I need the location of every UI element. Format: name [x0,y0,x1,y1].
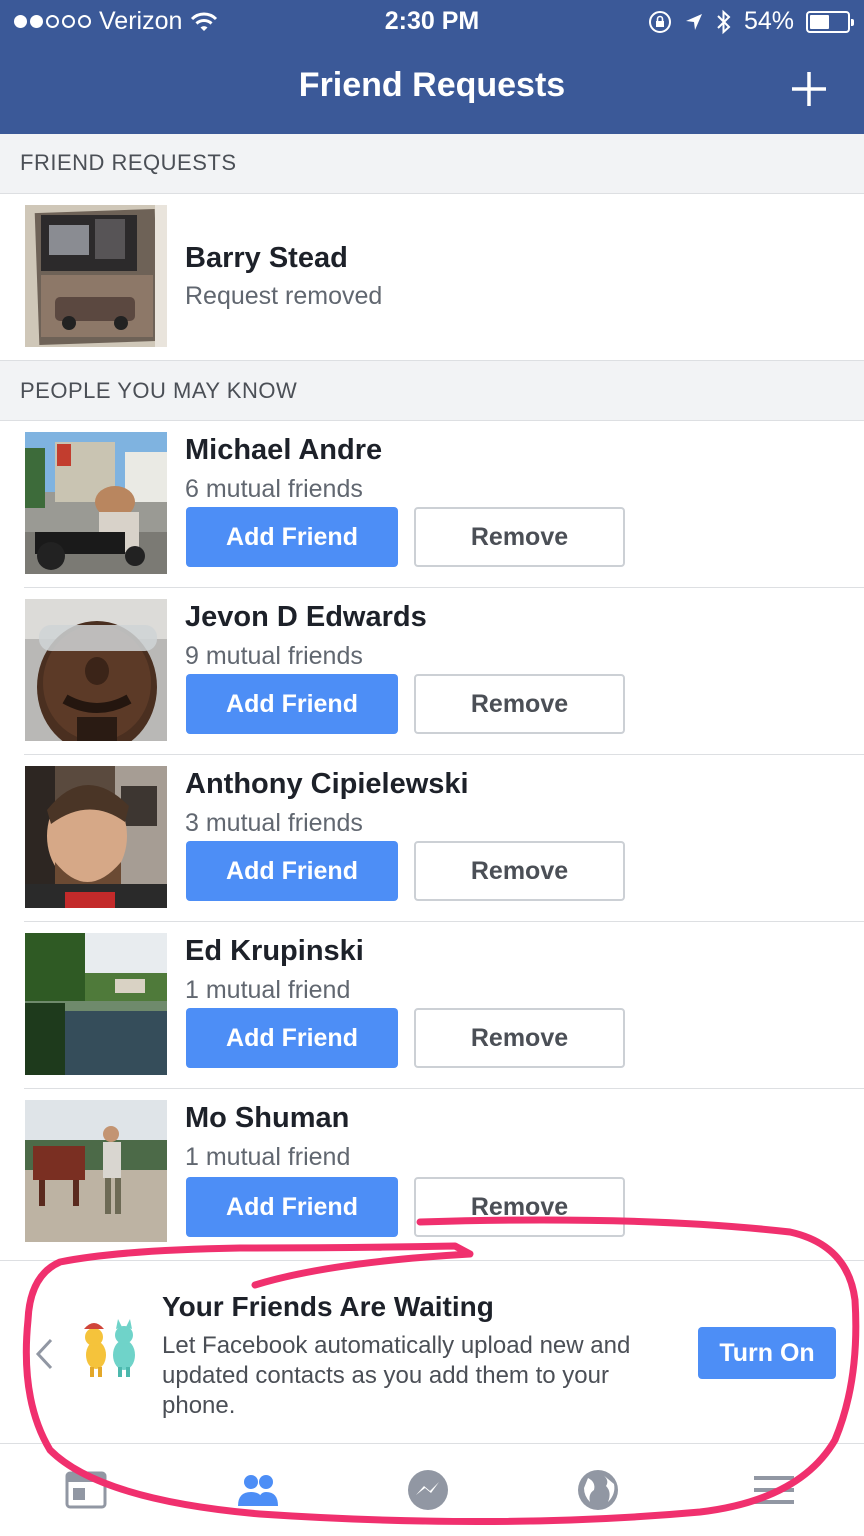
add-friend-button[interactable]: Add Friend [186,1008,398,1068]
profile-photo[interactable] [25,933,167,1075]
profile-photo[interactable] [25,599,167,741]
page-title: Friend Requests [298,66,566,104]
profile-photo[interactable] [25,766,167,908]
suggestion-row: Anthony Cipielewski 3 mutual friends Add… [0,755,864,922]
remove-button[interactable]: Remove [414,1008,625,1068]
suggestion-row: Michael Andre 6 mutual friends Add Frien… [0,421,864,588]
suggestion-row: Jevon D Edwards 9 mutual friends Add Fri… [0,588,864,755]
suggestion-row: Mo Shuman 1 mutual friend Add Friend Rem… [0,1089,864,1260]
bluetooth-icon [717,9,731,34]
mutual-friends[interactable]: 9 mutual friends [185,642,363,671]
menu-icon[interactable] [752,1468,796,1512]
battery-percent: 54% [743,7,794,35]
status-bar: Verizon 2:30 PM 54% [0,0,864,44]
globe-icon[interactable] [576,1468,620,1512]
friends-illustration-icon [84,1319,135,1377]
messenger-icon[interactable] [406,1468,450,1512]
remove-button[interactable]: Remove [414,1177,625,1237]
suggestion-name[interactable]: Anthony Cipielewski [185,768,469,801]
add-friend-button[interactable]: Add Friend [186,841,398,901]
app-header: Verizon 2:30 PM 54% Friend Requests [0,0,864,134]
add-friend-button[interactable]: Add Friend [186,1177,398,1237]
continuous-upload-banner: Your Friends Are Waiting Let Facebook au… [0,1260,864,1444]
orientation-lock-icon [648,10,671,33]
location-arrow-icon [685,13,702,30]
banner-title: Your Friends Are Waiting [162,1291,494,1322]
mutual-friends[interactable]: 1 mutual friend [185,1143,350,1172]
battery-icon [806,10,854,33]
add-friend-button[interactable]: Add Friend [186,507,398,567]
add-friend-button[interactable]: Add Friend [186,674,398,734]
suggestion-row: Ed Krupinski 1 mutual friend Add Friend … [0,922,864,1089]
friends-icon[interactable] [236,1468,280,1512]
suggestion-name[interactable]: Michael Andre [185,434,382,467]
suggestion-name[interactable]: Ed Krupinski [185,935,364,968]
section-header-friend-requests: FRIEND REQUESTS [0,134,864,194]
profile-photo[interactable] [25,1100,167,1242]
friend-request-row[interactable]: Barry Stead Request removed [0,194,864,360]
profile-photo[interactable] [25,205,167,347]
section-header-people-you-may-know: PEOPLE YOU MAY KNOW [0,360,864,421]
suggestion-name[interactable]: Jevon D Edwards [185,601,427,634]
suggestion-name[interactable]: Mo Shuman [185,1102,349,1135]
profile-photo[interactable] [25,432,167,574]
chevron-left-icon[interactable] [34,1337,54,1371]
mutual-friends[interactable]: 6 mutual friends [185,475,363,504]
remove-button[interactable]: Remove [414,841,625,901]
bottom-tab-bar [0,1444,864,1536]
request-status: Request removed [185,282,383,310]
news-feed-icon[interactable] [64,1468,108,1512]
banner-description: Let Facebook automatically upload new an… [162,1332,631,1419]
status-indicators: 54% [648,7,854,36]
mutual-friends[interactable]: 1 mutual friend [185,976,350,1005]
turn-on-button[interactable]: Turn On [698,1327,836,1379]
remove-button[interactable]: Remove [414,674,625,734]
mutual-friends[interactable]: 3 mutual friends [185,809,363,838]
request-name[interactable]: Barry Stead [185,242,348,275]
add-icon[interactable] [790,70,828,108]
remove-button[interactable]: Remove [414,507,625,567]
